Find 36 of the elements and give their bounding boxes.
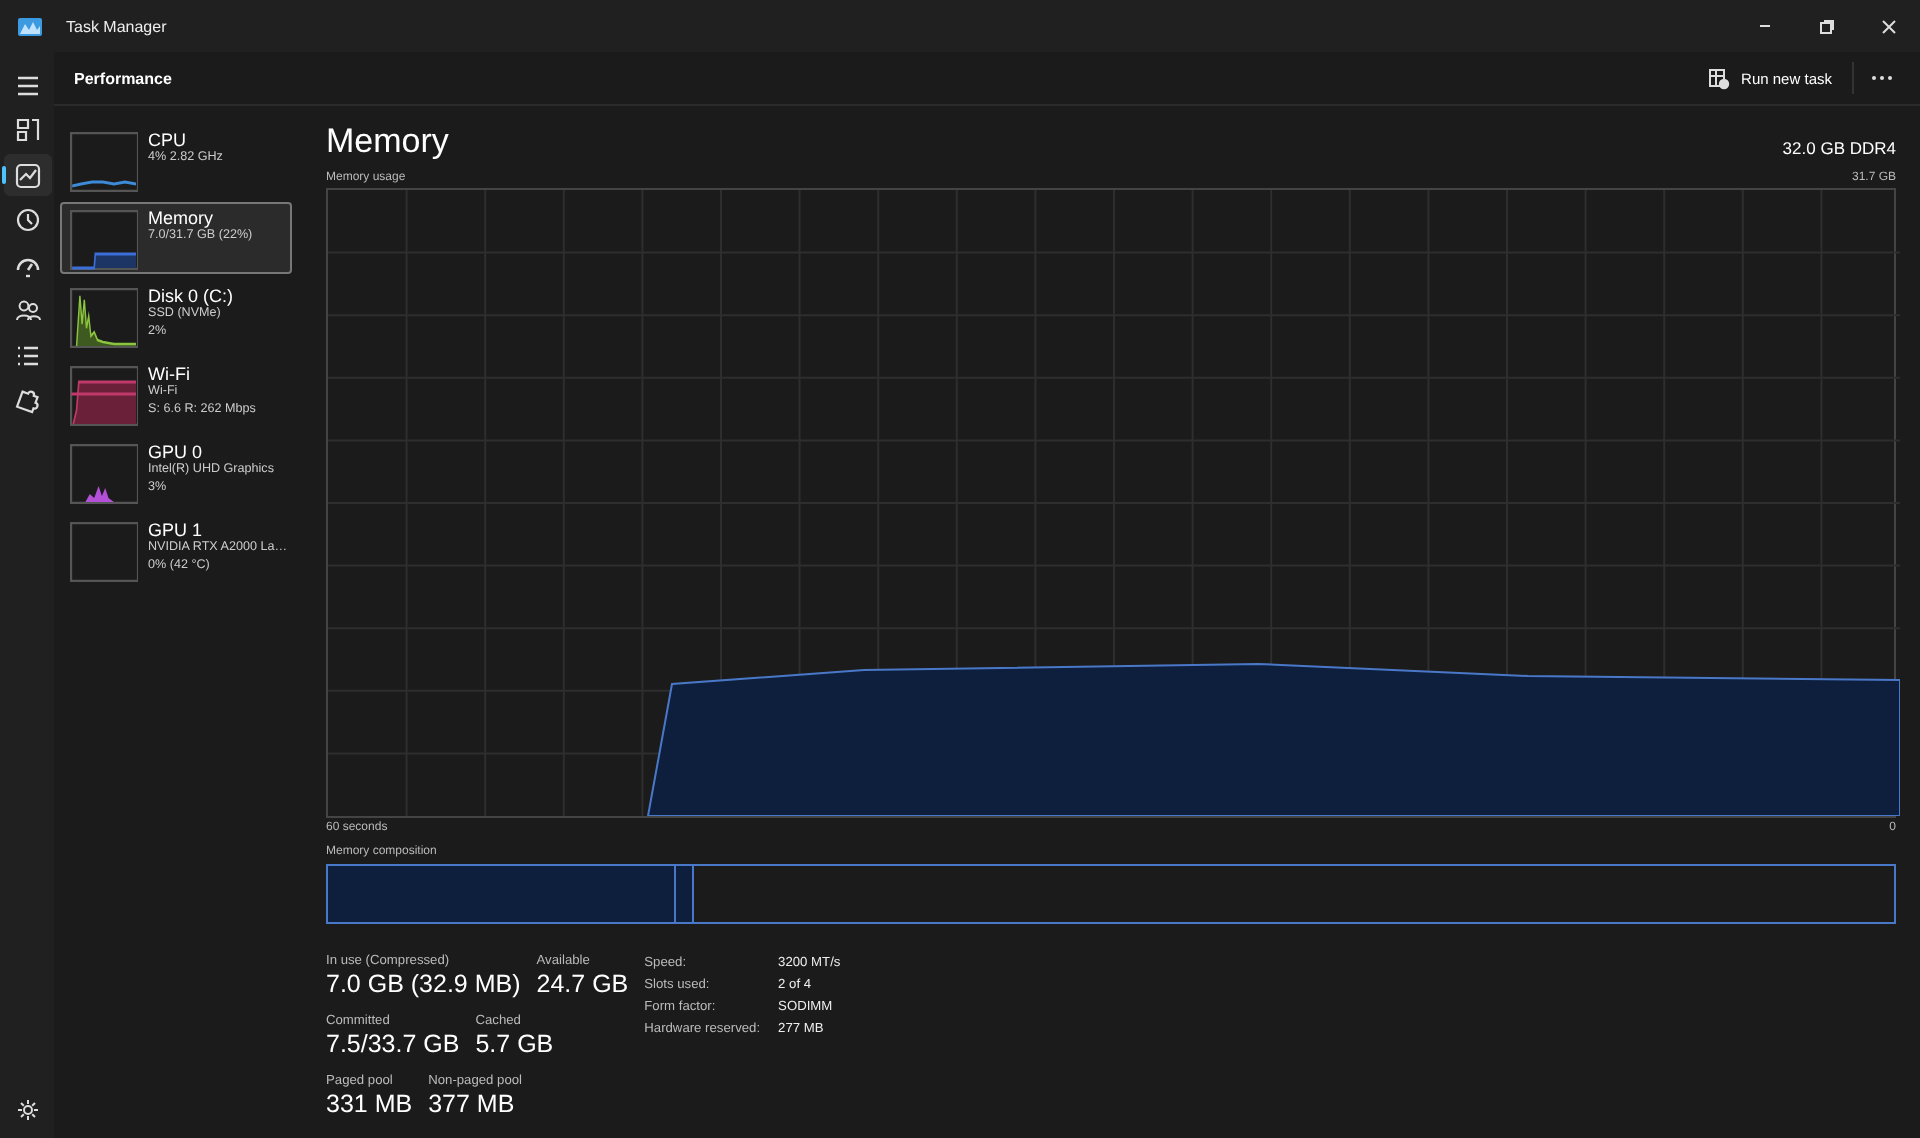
app-icon bbox=[18, 17, 42, 35]
nav-button[interactable] bbox=[3, 154, 51, 196]
chart-icon bbox=[13, 161, 41, 189]
device-name: Memory bbox=[148, 208, 216, 228]
usage-graph bbox=[70, 522, 138, 582]
device-name: Wi-Fi bbox=[148, 364, 192, 384]
usage-graph bbox=[70, 288, 138, 348]
stat-value: 24.7 GB bbox=[536, 970, 629, 1000]
stat-value: 7.5/33.7 GB bbox=[326, 1030, 460, 1060]
memory-spec: 32.0 GB DDR4 bbox=[1782, 138, 1896, 158]
usage-graph bbox=[70, 132, 138, 192]
usage-graph bbox=[70, 210, 138, 270]
users-icon bbox=[13, 296, 41, 324]
more-icon bbox=[1870, 74, 1894, 82]
stat-value: 377 MB bbox=[428, 1090, 517, 1120]
device-name: CPU bbox=[148, 130, 189, 150]
section-title: Memory bbox=[326, 122, 449, 162]
app-window-icon bbox=[1707, 67, 1730, 89]
page-title: Performance bbox=[74, 69, 172, 87]
usage-graph bbox=[70, 366, 138, 426]
stat-value: 7.0 GB (32.9 MB) bbox=[326, 970, 521, 1000]
device-name: GPU 0 bbox=[148, 442, 205, 462]
settings-icon bbox=[15, 1097, 39, 1121]
usage-graph bbox=[70, 444, 138, 504]
grid-icon bbox=[13, 116, 41, 144]
puzzle-icon bbox=[13, 386, 41, 414]
device-name: GPU 1 bbox=[148, 520, 205, 540]
restore-icon bbox=[1816, 15, 1838, 37]
window-title: Task Manager bbox=[66, 17, 167, 35]
device-name: Disk 0 (C:) bbox=[148, 286, 233, 306]
close-icon bbox=[1878, 15, 1900, 37]
stat-value: 5.7 GB bbox=[475, 1030, 554, 1060]
stat-value: 331 MB bbox=[326, 1090, 413, 1120]
clock-icon bbox=[13, 206, 41, 234]
menu-icon bbox=[13, 71, 41, 99]
list-icon bbox=[13, 341, 41, 369]
